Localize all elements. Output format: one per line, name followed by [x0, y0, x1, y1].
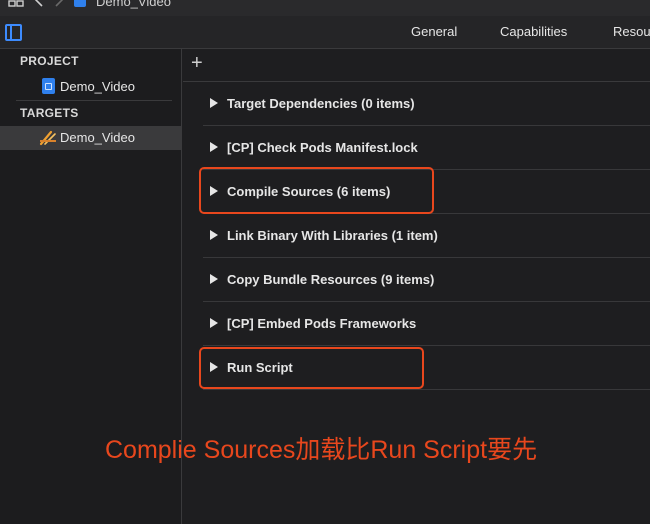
build-phase-label: Copy Bundle Resources (9 items)	[227, 272, 435, 287]
editor-tabs-bar: General Capabilities Resou	[0, 16, 650, 49]
build-phase-row[interactable]: [CP] Embed Pods Frameworks	[203, 302, 650, 346]
build-phase-row[interactable]: [CP] Check Pods Manifest.lock	[203, 126, 650, 170]
build-phase-label: Link Binary With Libraries (1 item)	[227, 228, 438, 243]
run-script-highlight-box	[199, 347, 424, 389]
back-chevron-icon[interactable]	[34, 0, 44, 10]
sidebar-item-label: Demo_Video	[60, 130, 135, 145]
breadcrumb-project-name[interactable]: Demo_Video	[96, 0, 171, 9]
annotation-text: Complie Sources加载比Run Script要先	[105, 436, 538, 464]
project-section-header: PROJECT	[20, 54, 79, 68]
disclosure-triangle-icon[interactable]	[210, 98, 218, 108]
disclosure-triangle-icon[interactable]	[210, 142, 218, 152]
targets-section-header: TARGETS	[20, 106, 79, 120]
build-phase-row[interactable]: Target Dependencies (0 items)	[203, 82, 650, 126]
project-file-icon	[74, 0, 86, 10]
app-target-icon	[39, 130, 57, 146]
disclosure-triangle-icon[interactable]	[210, 318, 218, 328]
build-phase-label: [CP] Embed Pods Frameworks	[227, 316, 417, 331]
disclosure-triangle-icon[interactable]	[210, 230, 218, 240]
build-phase-row[interactable]: Link Binary With Libraries (1 item)	[203, 214, 650, 258]
sidebar-item-label: Demo_Video	[60, 79, 135, 94]
sidebar-item-project[interactable]: Demo_Video	[0, 75, 181, 99]
tab-capabilities[interactable]: Capabilities	[500, 24, 567, 39]
disclosure-triangle-icon[interactable]	[210, 274, 218, 284]
compile-sources-highlight-box	[199, 167, 434, 214]
navigator-toggle-icon[interactable]	[5, 24, 22, 41]
forward-chevron-icon[interactable]	[54, 0, 64, 10]
add-build-phase-button[interactable]: +	[191, 53, 203, 73]
sidebar-divider	[16, 100, 172, 101]
breadcrumb: Demo_Video	[8, 0, 171, 10]
build-phase-row[interactable]: Copy Bundle Resources (9 items)	[203, 258, 650, 302]
project-file-icon	[42, 78, 55, 94]
tab-resources[interactable]: Resou	[613, 24, 650, 39]
breadcrumb-bar: Demo_Video	[0, 0, 650, 16]
grid-icon[interactable]	[8, 0, 24, 10]
sidebar-item-target[interactable]: Demo_Video	[0, 126, 181, 150]
build-phase-label: Target Dependencies (0 items)	[227, 96, 415, 111]
build-phase-label: [CP] Check Pods Manifest.lock	[227, 140, 418, 155]
tab-general[interactable]: General	[411, 24, 457, 39]
